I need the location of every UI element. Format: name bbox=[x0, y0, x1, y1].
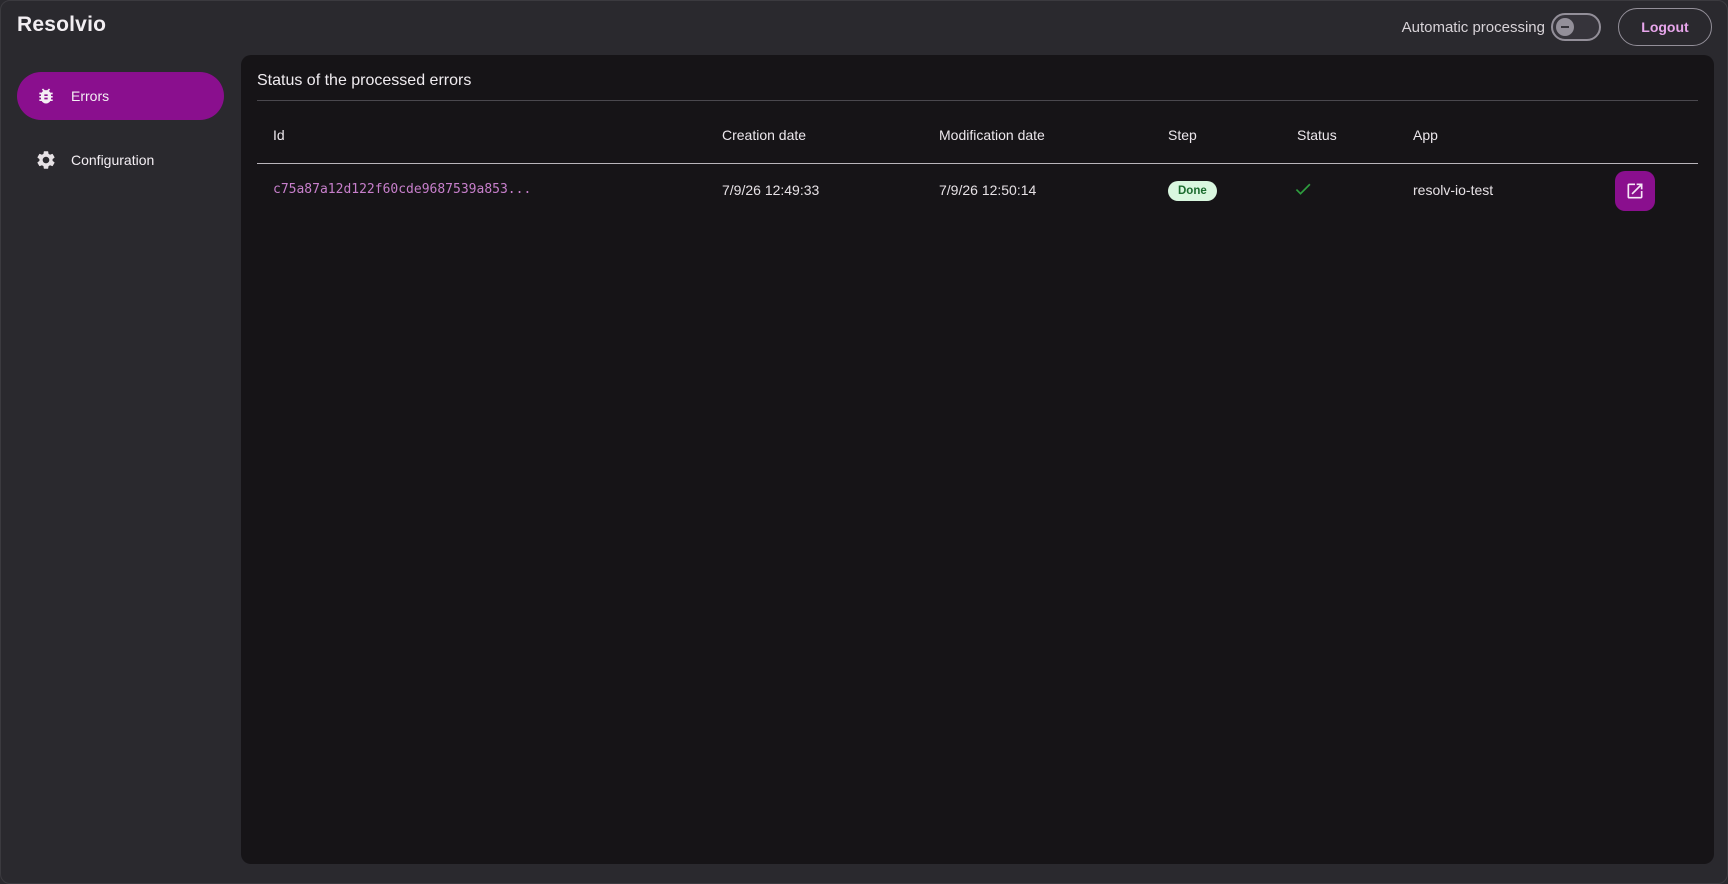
toggle-knob bbox=[1556, 18, 1574, 36]
divider bbox=[257, 100, 1698, 101]
logout-button[interactable]: Logout bbox=[1618, 8, 1712, 46]
error-id-link[interactable]: c75a87a12d122f60cde9687539a853... bbox=[273, 182, 531, 197]
app-cell: resolv-io-test bbox=[1413, 182, 1494, 198]
sidebar-item-errors[interactable]: Errors bbox=[17, 72, 224, 120]
column-header-status[interactable]: Status bbox=[1297, 127, 1337, 143]
automatic-processing-toggle[interactable] bbox=[1551, 13, 1601, 41]
sidebar-item-configuration[interactable]: Configuration bbox=[17, 136, 224, 184]
errors-panel: Status of the processed errors Id Creati… bbox=[241, 55, 1714, 864]
column-header-app[interactable]: App bbox=[1413, 127, 1438, 143]
check-icon bbox=[1293, 179, 1313, 199]
sidebar-item-label: Errors bbox=[71, 88, 110, 104]
column-header-step[interactable]: Step bbox=[1168, 127, 1197, 143]
column-header-creation-date[interactable]: Creation date bbox=[722, 127, 806, 143]
table-row: c75a87a12d122f60cde9687539a853... 7/9/26… bbox=[257, 164, 1698, 218]
app-window: Resolvio Automatic processing Logout Err… bbox=[0, 0, 1728, 884]
automatic-processing-label: Automatic processing bbox=[1401, 19, 1545, 36]
gear-icon bbox=[35, 149, 57, 171]
page-title: Status of the processed errors bbox=[257, 72, 472, 89]
bug-icon bbox=[35, 85, 57, 107]
step-badge: Done bbox=[1168, 181, 1217, 201]
app-title: Resolvio bbox=[17, 13, 107, 36]
sidebar-item-label: Configuration bbox=[71, 152, 155, 168]
column-header-modification-date[interactable]: Modification date bbox=[939, 127, 1045, 143]
modification-date-cell: 7/9/26 12:50:14 bbox=[939, 182, 1037, 198]
column-header-id[interactable]: Id bbox=[273, 127, 285, 143]
table-header: Id Creation date Modification date Step … bbox=[257, 115, 1698, 157]
open-in-new-icon bbox=[1625, 181, 1645, 201]
creation-date-cell: 7/9/26 12:49:33 bbox=[722, 182, 820, 198]
open-details-button[interactable] bbox=[1615, 171, 1655, 211]
